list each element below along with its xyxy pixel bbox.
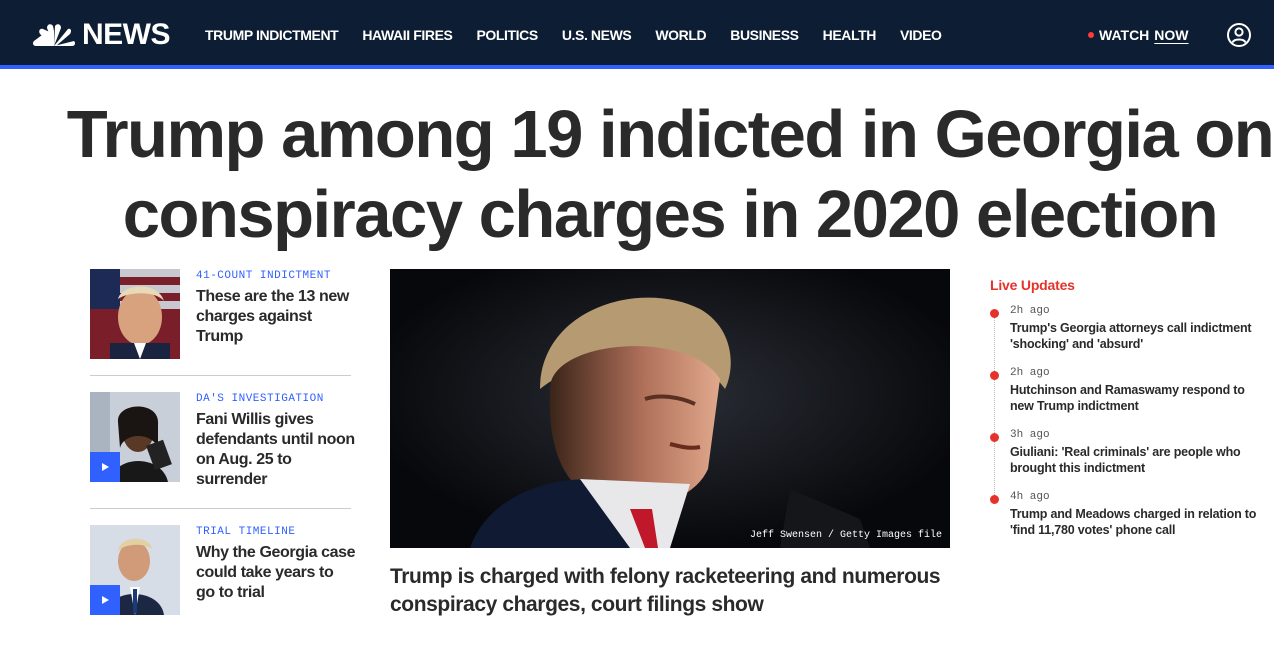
story-text: TRIAL TIMELINE Why the Georgia case coul…: [196, 525, 356, 603]
left-story-3[interactable]: TRIAL TIMELINE Why the Georgia case coul…: [90, 525, 356, 615]
divider: [90, 508, 351, 509]
peacock-icon: [32, 24, 76, 46]
timeline-line: [994, 313, 995, 503]
story-eyebrow[interactable]: 41-COUNT INDICTMENT: [196, 269, 356, 283]
live-dot-icon: [1088, 32, 1094, 38]
watch-now-link[interactable]: WATCH NOW: [1088, 26, 1189, 44]
story-title[interactable]: These are the 13 new charges against Tru…: [196, 287, 356, 347]
update-dot-icon: [990, 433, 999, 442]
update-time: 4h ago: [1010, 491, 1050, 503]
video-play-button[interactable]: [90, 585, 120, 615]
update-dot-icon: [990, 495, 999, 504]
headline-line-1: Trump among 19 indicted in Georgia on: [66, 97, 1274, 172]
story-thumbnail[interactable]: [90, 269, 180, 359]
left-story-2[interactable]: DA'S INVESTIGATION Fani Willis gives def…: [90, 392, 355, 488]
nav-health[interactable]: HEALTH: [823, 26, 877, 44]
photo-credit: Jeff Swensen / Getty Images file: [749, 530, 942, 541]
update-text[interactable]: Hutchinson and Ramaswamy respond to new …: [1010, 382, 1260, 414]
update-dot-icon: [990, 371, 999, 380]
story-title[interactable]: Why the Georgia case could take years to…: [196, 543, 356, 603]
main-nav: TRUMP INDICTMENT HAWAII FIRES POLITICS U…: [205, 26, 966, 44]
nav-video[interactable]: VIDEO: [900, 26, 942, 44]
video-play-button[interactable]: [90, 452, 120, 482]
update-dot-icon: [990, 309, 999, 318]
play-icon: [102, 596, 109, 604]
watch-label: WATCH: [1099, 27, 1150, 43]
nav-us-news[interactable]: U.S. NEWS: [562, 26, 632, 44]
nav-trump-indictment[interactable]: TRUMP INDICTMENT: [205, 26, 339, 44]
story-eyebrow[interactable]: TRIAL TIMELINE: [196, 525, 356, 539]
story-text: DA'S INVESTIGATION Fani Willis gives def…: [196, 392, 356, 490]
play-icon: [102, 463, 109, 471]
hero-caption[interactable]: Trump is charged with felony racketeerin…: [390, 563, 950, 619]
nav-business[interactable]: BUSINESS: [730, 26, 799, 44]
divider: [90, 375, 351, 376]
hero-image[interactable]: Jeff Swensen / Getty Images file: [390, 269, 950, 548]
update-text[interactable]: Trump and Meadows charged in relation to…: [1010, 506, 1260, 538]
live-updates-title[interactable]: Live Updates: [990, 277, 1075, 293]
story-text: 41-COUNT INDICTMENT These are the 13 new…: [196, 269, 356, 347]
story-eyebrow[interactable]: DA'S INVESTIGATION: [196, 392, 356, 406]
story-title[interactable]: Fani Willis gives defendants until noon …: [196, 410, 356, 490]
main-headline[interactable]: Trump among 19 indicted in Georgia on co…: [60, 95, 1274, 255]
update-time: 3h ago: [1010, 429, 1050, 441]
nbc-news-logo[interactable]: NEWS: [32, 18, 171, 51]
update-time: 2h ago: [1010, 305, 1050, 317]
story-thumbnail[interactable]: [90, 392, 180, 482]
trump-portrait-image: [90, 269, 180, 359]
nav-hawaii-fires[interactable]: HAWAII FIRES: [362, 26, 453, 44]
top-navigation-bar: NEWS TRUMP INDICTMENT HAWAII FIRES POLIT…: [0, 0, 1274, 69]
logo-text: NEWS: [82, 18, 171, 51]
user-account-icon[interactable]: [1227, 23, 1251, 47]
left-story-1[interactable]: 41-COUNT INDICTMENT These are the 13 new…: [90, 269, 352, 359]
trump-speaking-photo: [390, 269, 950, 548]
update-text[interactable]: Trump's Georgia attorneys call indictmen…: [1010, 320, 1260, 352]
watch-now-label: NOW: [1154, 27, 1189, 43]
headline-line-2: conspiracy charges in 2020 election: [122, 177, 1219, 252]
nav-world[interactable]: WORLD: [655, 26, 706, 44]
nav-politics[interactable]: POLITICS: [476, 26, 538, 44]
story-thumbnail[interactable]: [90, 525, 180, 615]
update-time: 2h ago: [1010, 367, 1050, 379]
update-text[interactable]: Giuliani: 'Real criminals' are people wh…: [1010, 444, 1260, 476]
